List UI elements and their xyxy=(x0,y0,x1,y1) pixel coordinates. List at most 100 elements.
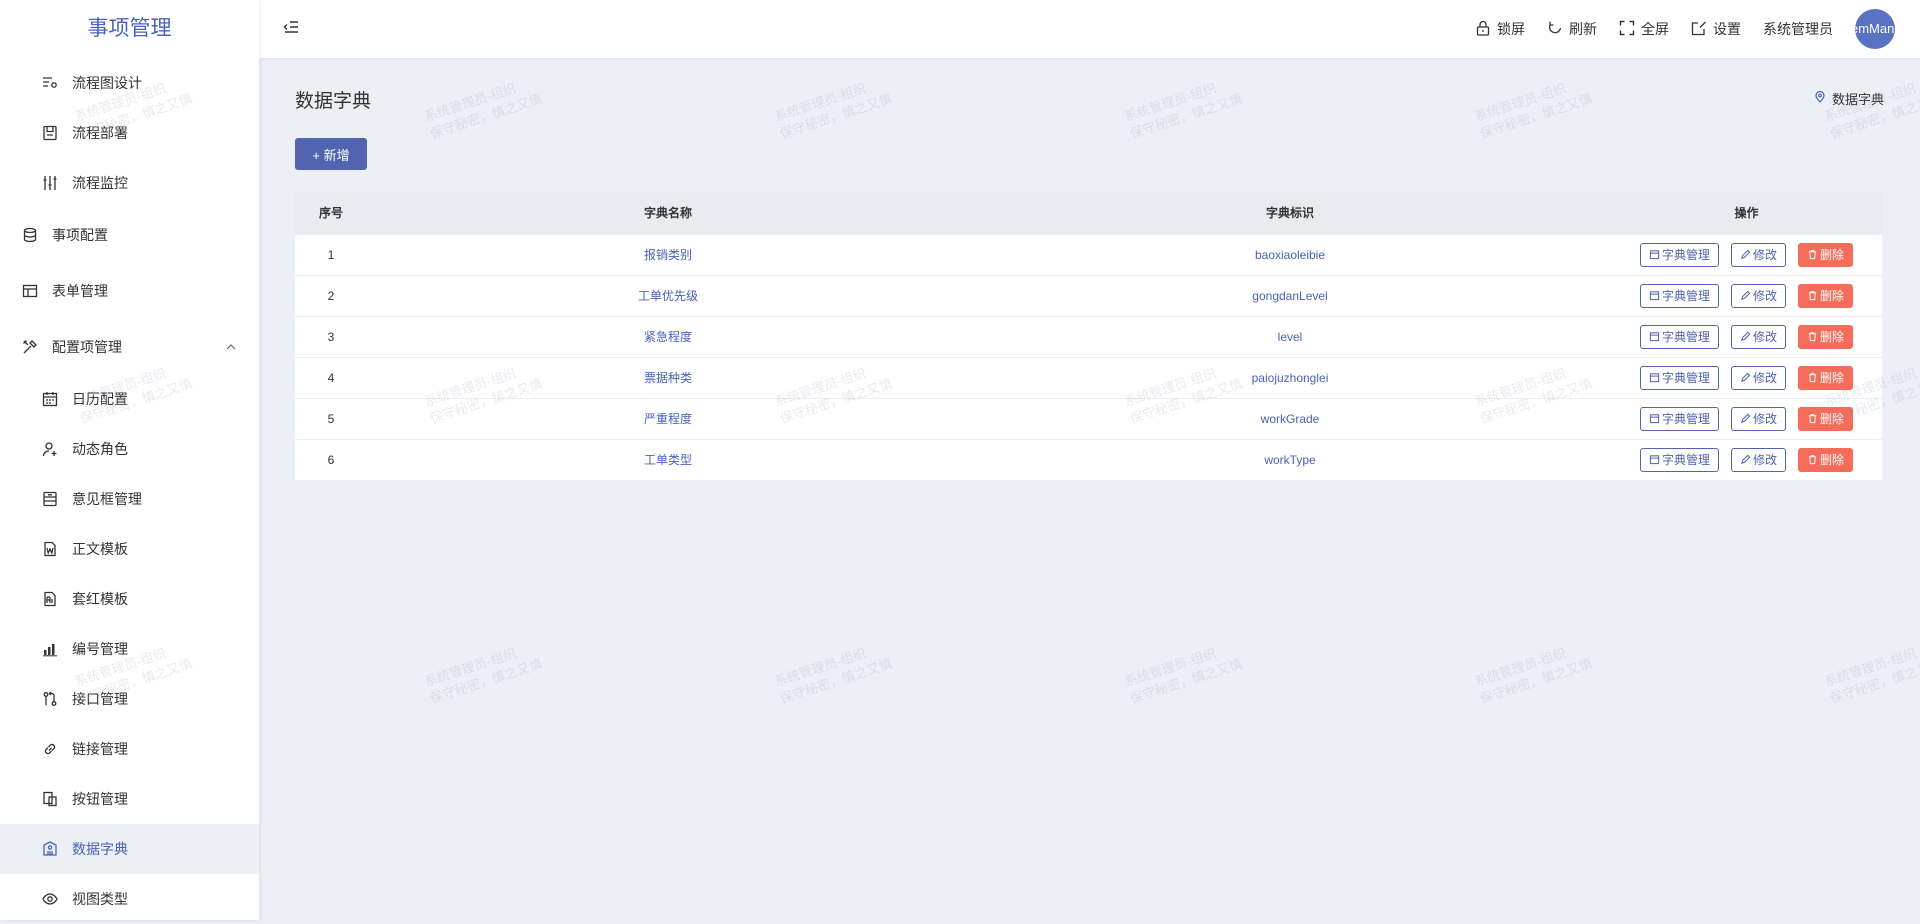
row-index: 1 xyxy=(327,247,335,262)
trash-icon xyxy=(1807,331,1820,342)
refresh-button[interactable]: 刷新 xyxy=(1547,19,1597,39)
sidebar-item-flow-design[interactable]: 流程图设计 xyxy=(0,58,259,108)
sidebar-item-number-manage[interactable]: 编号管理 xyxy=(0,624,259,674)
button-label: 字典管理 xyxy=(1661,371,1710,385)
sidebar-item-interface-manage[interactable]: 接口管理 xyxy=(0,674,259,724)
user-name[interactable]: 系统管理员 xyxy=(1763,19,1833,39)
calendar-box-icon xyxy=(1649,413,1662,424)
dictionary-name-link[interactable]: 工单优先级 xyxy=(638,289,698,303)
delete-button[interactable]: 删除 xyxy=(1797,242,1853,267)
sidebar-item-form-manage[interactable]: 表单管理 xyxy=(0,266,259,316)
sidebar-item-label: 正文模板 xyxy=(72,541,128,557)
sidebar-item-view-type[interactable]: 视图类型 xyxy=(0,874,259,924)
link-icon xyxy=(40,739,60,759)
sidebar-item-deploy[interactable]: 流程部署 xyxy=(0,108,259,158)
breadcrumb-item[interactable]: 数据字典 xyxy=(1832,89,1884,108)
sidebar-item-button-manage[interactable]: 按钮管理 xyxy=(0,774,259,824)
sidebar-item-label: 按钮管理 xyxy=(72,791,128,807)
sidebar-item-label: 接口管理 xyxy=(72,691,128,707)
trash-icon xyxy=(1807,413,1820,424)
column-header-id: 字典标识 xyxy=(1265,206,1314,221)
dictionary-name-link[interactable]: 紧急程度 xyxy=(644,330,692,344)
button-label: 字典管理 xyxy=(1661,453,1710,468)
delete-button[interactable]: 删除 xyxy=(1797,447,1853,472)
chevron-up-icon[interactable] xyxy=(225,340,237,356)
avatar[interactable]: emMan xyxy=(1855,9,1895,49)
edit-button[interactable]: 修改 xyxy=(1730,242,1786,267)
calendar-box-icon xyxy=(1649,454,1662,465)
delete-button[interactable]: 删除 xyxy=(1797,283,1853,308)
sidebar-item-item-config[interactable]: 事项配置 xyxy=(0,210,259,260)
dictionary-icon xyxy=(40,839,60,859)
delete-button[interactable]: 删除 xyxy=(1797,365,1853,390)
word-doc-icon xyxy=(40,539,60,559)
trash-icon xyxy=(1807,249,1820,260)
sidebar-item-label: 视图类型 xyxy=(72,891,128,907)
dictionary-manage-button[interactable]: 字典管理 xyxy=(1639,283,1719,308)
app-title: 事项管理 xyxy=(87,17,172,40)
sidebar-item-calendar[interactable]: 日历配置 xyxy=(0,374,259,424)
dictionary-manage-button[interactable]: 字典管理 xyxy=(1639,324,1719,349)
dictionary-manage-button[interactable]: 字典管理 xyxy=(1639,447,1719,472)
sidebar-item-link-manage[interactable]: 链接管理 xyxy=(0,724,259,774)
sidebar-item-opinion-box[interactable]: 意见框管理 xyxy=(0,474,259,524)
flow-design-icon xyxy=(40,73,60,93)
sidebar-item-dynamic-role[interactable]: 动态角色 xyxy=(0,424,259,474)
sidebar-item-label: 意见框管理 xyxy=(72,491,142,507)
dictionary-id-cell: level xyxy=(969,316,1611,357)
dictionary-name-link[interactable]: 票据种类 xyxy=(644,371,692,385)
dictionary-name-cell: 严重程度 xyxy=(367,398,969,439)
dictionary-name-link[interactable]: 报销类别 xyxy=(644,248,692,262)
sidebar-item-label: 流程图设计 xyxy=(72,75,142,91)
trash-icon xyxy=(1807,454,1820,465)
user-add-icon xyxy=(40,439,60,459)
delete-button[interactable]: 删除 xyxy=(1797,406,1853,431)
actions-cell: 字典管理 修改 删除 xyxy=(1611,316,1882,357)
edit-button[interactable]: 修改 xyxy=(1730,283,1786,308)
edit-button[interactable]: 修改 xyxy=(1730,365,1786,390)
monitor-icon xyxy=(40,173,60,193)
table-icon xyxy=(20,281,40,301)
actions-cell: 字典管理 修改 删除 xyxy=(1611,439,1882,480)
calendar-box-icon xyxy=(1649,331,1662,342)
row-index: 6 xyxy=(327,452,335,467)
sidebar-item-body-template[interactable]: 正文模板 xyxy=(0,524,259,574)
dictionary-manage-button[interactable]: 字典管理 xyxy=(1639,406,1719,431)
dictionary-manage-button[interactable]: 字典管理 xyxy=(1639,365,1719,390)
sidebar-item-red-template[interactable]: 套红模板 xyxy=(0,574,259,624)
edit-button[interactable]: 修改 xyxy=(1730,447,1786,472)
column-header-index: 序号 xyxy=(318,206,343,221)
button-label: 字典管理 xyxy=(1661,330,1710,344)
lock-screen-button[interactable]: 锁屏 xyxy=(1475,19,1525,39)
edit-button[interactable]: 修改 xyxy=(1730,406,1786,431)
fullscreen-icon xyxy=(1619,20,1641,39)
table-row: 6 工单类型 workType 字典管理 修改 删除 xyxy=(295,439,1882,480)
edit-icon xyxy=(1740,331,1753,342)
dictionary-manage-button[interactable]: 字典管理 xyxy=(1639,242,1719,267)
bar-chart-icon xyxy=(40,639,60,659)
dictionary-name-cell: 票据种类 xyxy=(367,357,969,398)
delete-button[interactable]: 删除 xyxy=(1797,324,1853,349)
settings-button[interactable]: 设置 xyxy=(1691,19,1741,39)
refresh-icon xyxy=(1547,20,1569,39)
fullscreen-button[interactable]: 全屏 xyxy=(1619,19,1669,39)
refresh-label: 刷新 xyxy=(1569,21,1597,37)
eye-icon xyxy=(40,889,60,909)
menu-collapse-icon[interactable] xyxy=(281,17,303,39)
dictionary-name-link[interactable]: 工单类型 xyxy=(644,453,692,467)
sidebar-item-config-manage[interactable]: 配置项管理 xyxy=(0,322,259,372)
dictionary-name-link[interactable]: 严重程度 xyxy=(644,412,692,426)
edit-button[interactable]: 修改 xyxy=(1730,324,1786,349)
sidebar-item-monitor[interactable]: 流程监控 xyxy=(0,158,259,208)
add-button[interactable]: + 新增 xyxy=(295,138,367,170)
copy-icon xyxy=(40,789,60,809)
sidebar-item-data-dictionary[interactable]: 数据字典 xyxy=(0,824,259,874)
calendar-icon xyxy=(40,389,60,409)
tools-icon xyxy=(20,337,40,357)
sidebar-item-label: 套红模板 xyxy=(72,591,128,607)
actions-cell: 字典管理 修改 删除 xyxy=(1611,275,1882,316)
row-index: 2 xyxy=(327,288,335,303)
edit-icon xyxy=(1740,454,1753,465)
breadcrumb: 数据字典 xyxy=(1814,89,1884,108)
table-row: 1 报销类别 baoxiaoleibie 字典管理 修改 删除 xyxy=(295,234,1882,275)
